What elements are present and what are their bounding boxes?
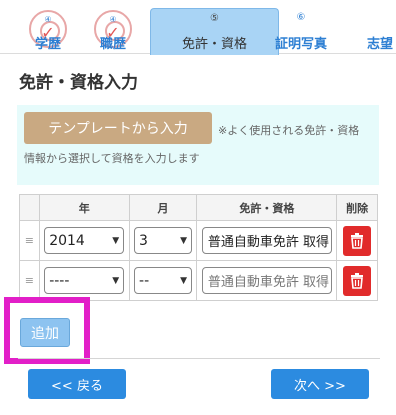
tab-number: ⑥ [296, 12, 306, 23]
tab-label: 免許・資格 [181, 37, 247, 52]
chevron-down-icon: ▼ [112, 235, 120, 246]
trash-icon [351, 232, 364, 249]
tab-number: ④ [44, 15, 52, 24]
add-row-button[interactable]: 追加 [20, 318, 70, 347]
tab-label: 職歴 [99, 37, 126, 52]
back-button[interactable]: << 戻る [28, 369, 126, 399]
year-value: 2014 [49, 232, 85, 249]
tab-label: 証明写真 [274, 37, 327, 52]
table-header-row: 年 月 免許・資格 削除 [19, 194, 378, 221]
tab-label: 志望 [367, 37, 394, 52]
column-header-year: 年 [38, 194, 130, 221]
table-row: ≡ 2014 ▼ 3 ▼ 普通自動車免許 取得 [19, 220, 378, 261]
tab-licenses[interactable]: ⑤ 免許・資格 [150, 8, 279, 55]
template-panel: テンプレートから入力 ※よく使用される免許・資格 情報から選択して資格を入力しま… [17, 105, 379, 185]
chevron-down-icon: ▼ [180, 235, 188, 246]
year-value: ---- [49, 272, 70, 289]
column-header-license: 免許・資格 [196, 194, 338, 221]
month-value: 3 [139, 232, 148, 249]
license-table: 年 月 免許・資格 削除 ≡ 2014 ▼ 3 ▼ 普通自動車免許 取得 ≡ -… [19, 194, 378, 301]
year-select[interactable]: 2014 ▼ [44, 227, 125, 254]
table-row: ≡ ---- ▼ -- ▼ 普通自動車免許 取得 [19, 260, 378, 301]
column-header-handle [19, 194, 40, 221]
month-select[interactable]: -- ▼ [134, 267, 193, 294]
chevron-down-icon: ▼ [180, 275, 188, 286]
divider [18, 358, 380, 359]
license-input[interactable]: 普通自動車免許 取得 [201, 227, 332, 254]
template-note: ※よく使用される免許・資格 [218, 124, 360, 137]
next-button[interactable]: 次へ >> [271, 369, 369, 399]
tab-motivation[interactable]: 志望 [362, 8, 396, 54]
template-note-continued: 情報から選択して資格を入力します [24, 152, 200, 165]
tab-work-history[interactable]: ✓ ④ 職歴 [83, 8, 143, 54]
year-select[interactable]: ---- ▼ [44, 267, 125, 294]
tab-number: ④ [109, 15, 117, 24]
month-select[interactable]: 3 ▼ [134, 227, 193, 254]
tab-education[interactable]: ✓ ④ 学歴 [18, 8, 78, 54]
template-input-button[interactable]: テンプレートから入力 [24, 112, 212, 144]
column-header-month: 月 [128, 194, 198, 221]
step-tabs: ✓ ④ 学歴 ✓ ④ 職歴 ⑤ 免許・資格 ⑥ 証明写真 志望 [0, 0, 396, 55]
drag-handle-icon[interactable]: ≡ [25, 234, 34, 247]
delete-row-button[interactable] [343, 225, 372, 256]
license-input[interactable]: 普通自動車免許 取得 [201, 267, 332, 294]
tab-photo[interactable]: ⑥ 証明写真 [271, 8, 331, 54]
delete-row-button[interactable] [343, 265, 372, 296]
chevron-down-icon: ▼ [112, 275, 120, 286]
trash-icon [351, 272, 364, 289]
tab-label: 学歴 [34, 37, 61, 52]
tab-number: ⑤ [210, 13, 219, 24]
drag-handle-icon[interactable]: ≡ [25, 274, 34, 287]
page-title: 免許・資格入力 [19, 73, 138, 93]
column-header-delete: 削除 [336, 194, 378, 221]
month-value: -- [139, 272, 150, 289]
